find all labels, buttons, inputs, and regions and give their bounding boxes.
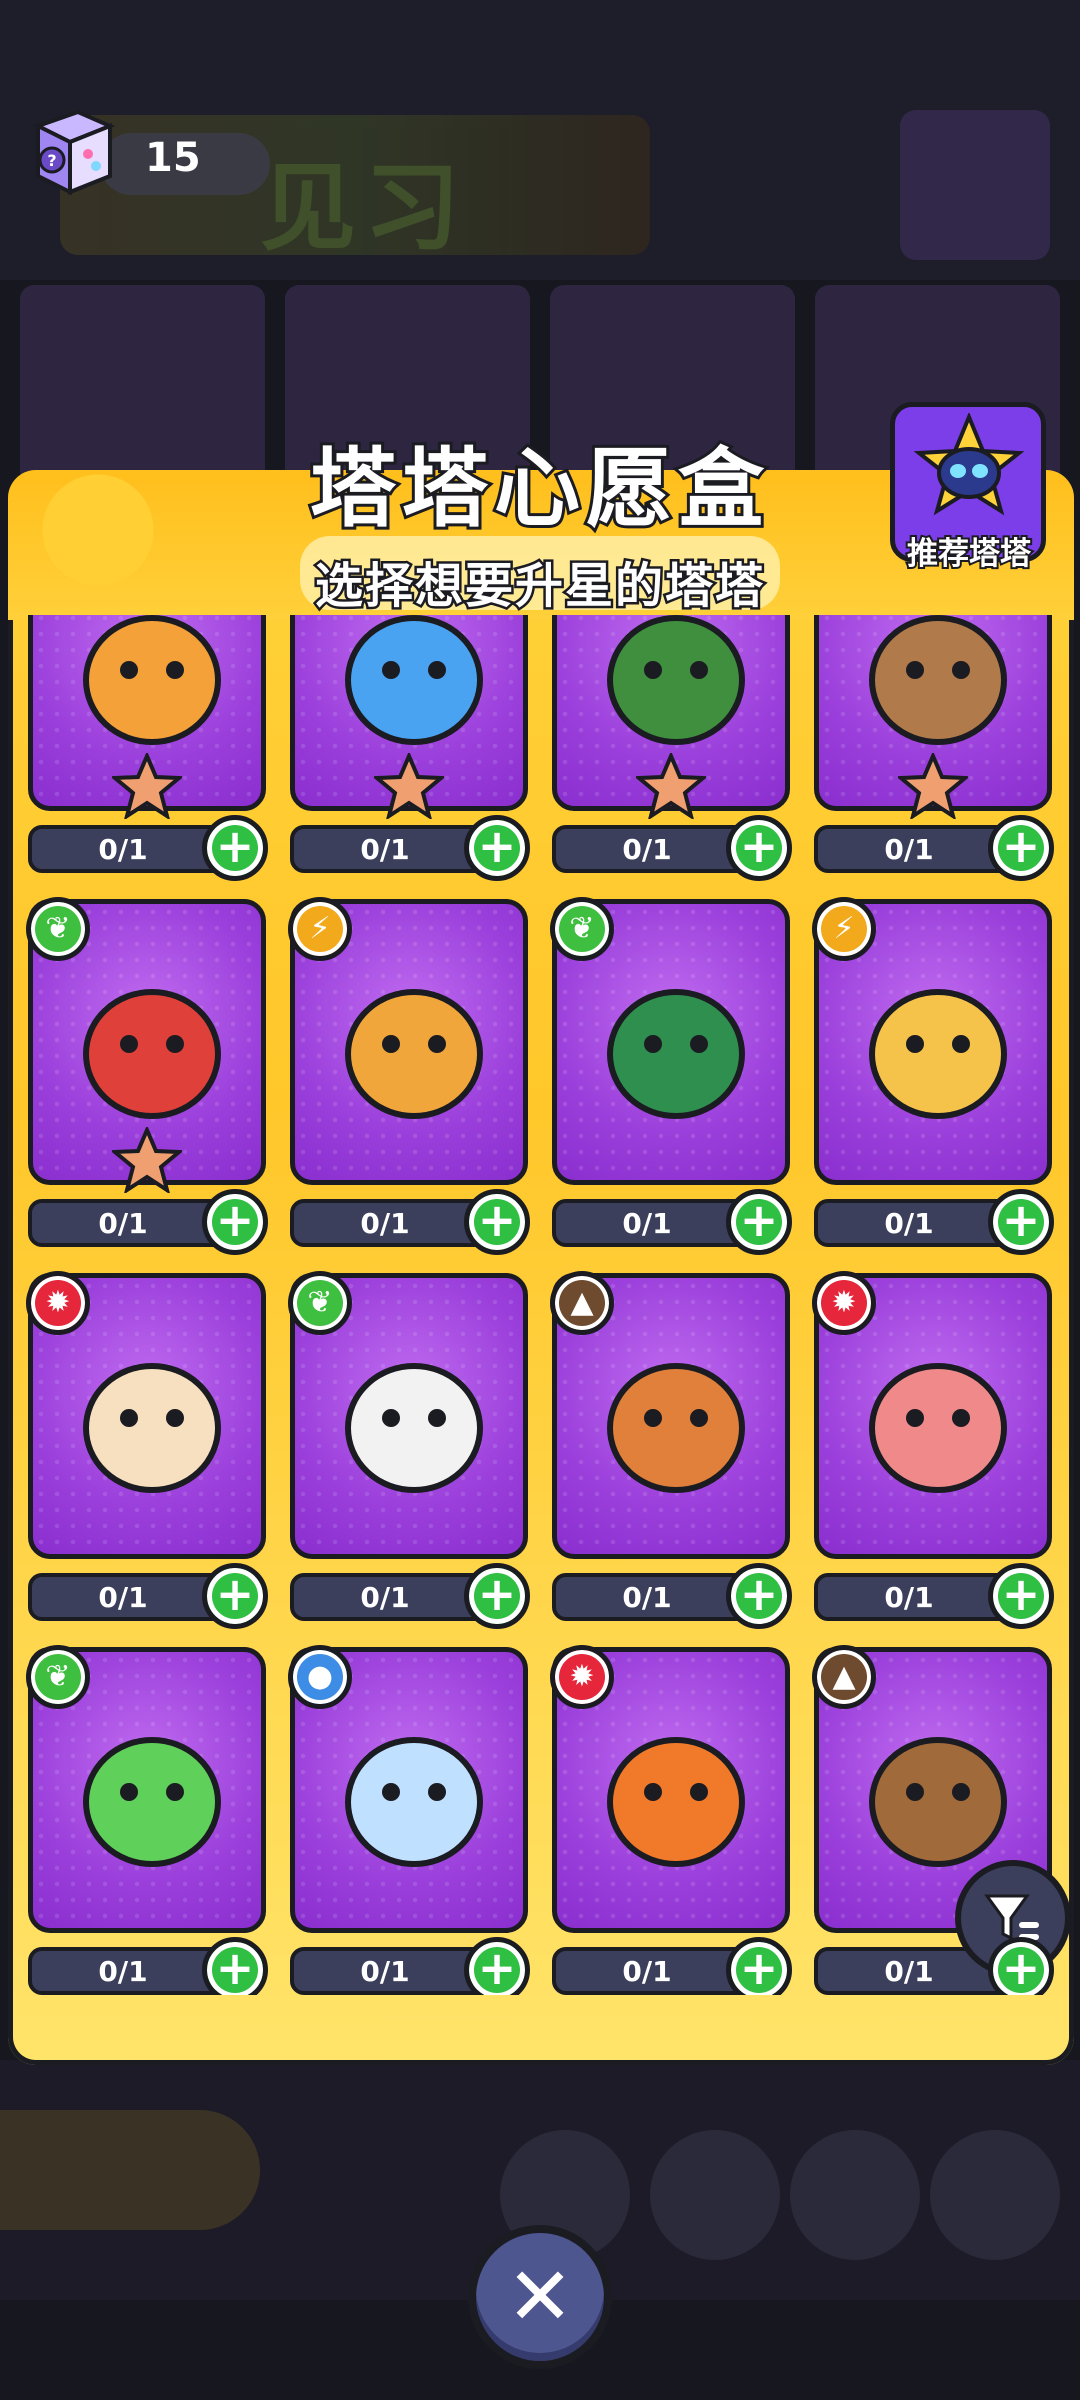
earth-element-icon: ▲ bbox=[812, 1645, 876, 1709]
add-button[interactable]: + bbox=[464, 815, 530, 881]
plus-icon: + bbox=[215, 1567, 255, 1621]
bolt-element-icon: ⚡ bbox=[288, 897, 352, 961]
plus-icon: + bbox=[739, 1941, 779, 1995]
chick-icon bbox=[83, 1363, 221, 1493]
svg-text:?: ? bbox=[47, 151, 56, 170]
frog-icon bbox=[83, 1737, 221, 1867]
octopus-icon bbox=[345, 615, 483, 745]
bird-icon bbox=[607, 615, 745, 745]
add-button[interactable]: + bbox=[464, 1563, 530, 1629]
plus-icon: + bbox=[215, 1941, 255, 1995]
leaf-element-icon: ❦ bbox=[26, 1645, 90, 1709]
add-button[interactable]: + bbox=[464, 1189, 530, 1255]
close-button[interactable]: ✕ bbox=[468, 2225, 612, 2369]
plus-icon: + bbox=[477, 819, 517, 873]
currency-count: 15 bbox=[145, 135, 201, 181]
background-banner-text: 见习 bbox=[260, 152, 468, 264]
add-button[interactable]: + bbox=[726, 1937, 792, 1995]
add-button[interactable]: + bbox=[202, 815, 268, 881]
tiger-icon bbox=[607, 1737, 745, 1867]
add-button[interactable]: + bbox=[464, 1937, 530, 1995]
kangaroo-icon bbox=[607, 1363, 745, 1493]
star-icon bbox=[898, 753, 968, 819]
fire-element-icon: ✹ bbox=[550, 1645, 614, 1709]
plus-icon: + bbox=[739, 1567, 779, 1621]
bolt-element-icon: ⚡ bbox=[812, 897, 876, 961]
currency-display[interactable]: ? 15 bbox=[30, 105, 270, 196]
close-icon: ✕ bbox=[506, 2250, 574, 2343]
star-icon bbox=[636, 753, 706, 819]
background-corner-card bbox=[900, 110, 1050, 260]
plus-icon: + bbox=[477, 1567, 517, 1621]
add-button[interactable]: + bbox=[726, 815, 792, 881]
plus-icon: + bbox=[215, 819, 255, 873]
plus-icon: + bbox=[1001, 819, 1041, 873]
plus-icon: + bbox=[739, 1193, 779, 1247]
plus-icon: + bbox=[1001, 1941, 1041, 1995]
jellyfish-icon bbox=[345, 1737, 483, 1867]
plus-icon: + bbox=[1001, 1567, 1041, 1621]
fire-element-icon: ✹ bbox=[26, 1271, 90, 1335]
fox-dog-icon bbox=[869, 989, 1007, 1119]
fire-element-icon: ✹ bbox=[812, 1271, 876, 1335]
plus-icon: + bbox=[215, 1193, 255, 1247]
panda-icon bbox=[345, 1363, 483, 1493]
add-button[interactable]: + bbox=[202, 1937, 268, 1995]
tulip-icon bbox=[83, 989, 221, 1119]
robot-star-icon bbox=[913, 413, 1025, 516]
leaf-element-icon: ❦ bbox=[26, 897, 90, 961]
tower-grid-viewport[interactable]: 0/1 +0/1 +0/1 +0/1 + ❦ 0/1 + ⚡ 0/1 + ❦ 0/1 + ⚡ 0/1 + ✹ 0/1… bbox=[20, 615, 1060, 1995]
turtle-leaf-icon bbox=[607, 989, 745, 1119]
star-icon bbox=[112, 753, 182, 819]
plus-icon: + bbox=[1001, 1193, 1041, 1247]
mystery-box-icon: ? bbox=[32, 109, 116, 196]
add-button[interactable]: + bbox=[988, 1189, 1054, 1255]
cat-fortune-icon bbox=[83, 615, 221, 745]
leaf-element-icon: ❦ bbox=[288, 1271, 352, 1335]
water-element-icon: ● bbox=[288, 1645, 352, 1709]
star-icon bbox=[112, 1127, 182, 1193]
plus-icon: + bbox=[477, 1193, 517, 1247]
add-button[interactable]: + bbox=[726, 1563, 792, 1629]
add-button[interactable]: + bbox=[202, 1563, 268, 1629]
leaf-element-icon: ❦ bbox=[550, 897, 614, 961]
add-button[interactable]: + bbox=[202, 1189, 268, 1255]
add-button[interactable]: + bbox=[988, 1563, 1054, 1629]
recommend-label: 推荐塔塔 bbox=[905, 534, 1033, 574]
plus-icon: + bbox=[739, 819, 779, 873]
add-button[interactable]: + bbox=[988, 815, 1054, 881]
pig-bowl-icon bbox=[869, 1363, 1007, 1493]
star-icon bbox=[374, 753, 444, 819]
bear-flower-icon bbox=[869, 615, 1007, 745]
earth-element-icon: ▲ bbox=[550, 1271, 614, 1335]
plus-icon: + bbox=[477, 1941, 517, 1995]
add-button[interactable]: + bbox=[988, 1937, 1054, 1995]
dog-icon bbox=[345, 989, 483, 1119]
tower-grid: 0/1 +0/1 +0/1 +0/1 + ❦ 0/1 + ⚡ 0/1 + ❦ 0/1 + ⚡ 0/1 + ✹ 0/1… bbox=[26, 615, 1054, 1995]
add-button[interactable]: + bbox=[726, 1189, 792, 1255]
